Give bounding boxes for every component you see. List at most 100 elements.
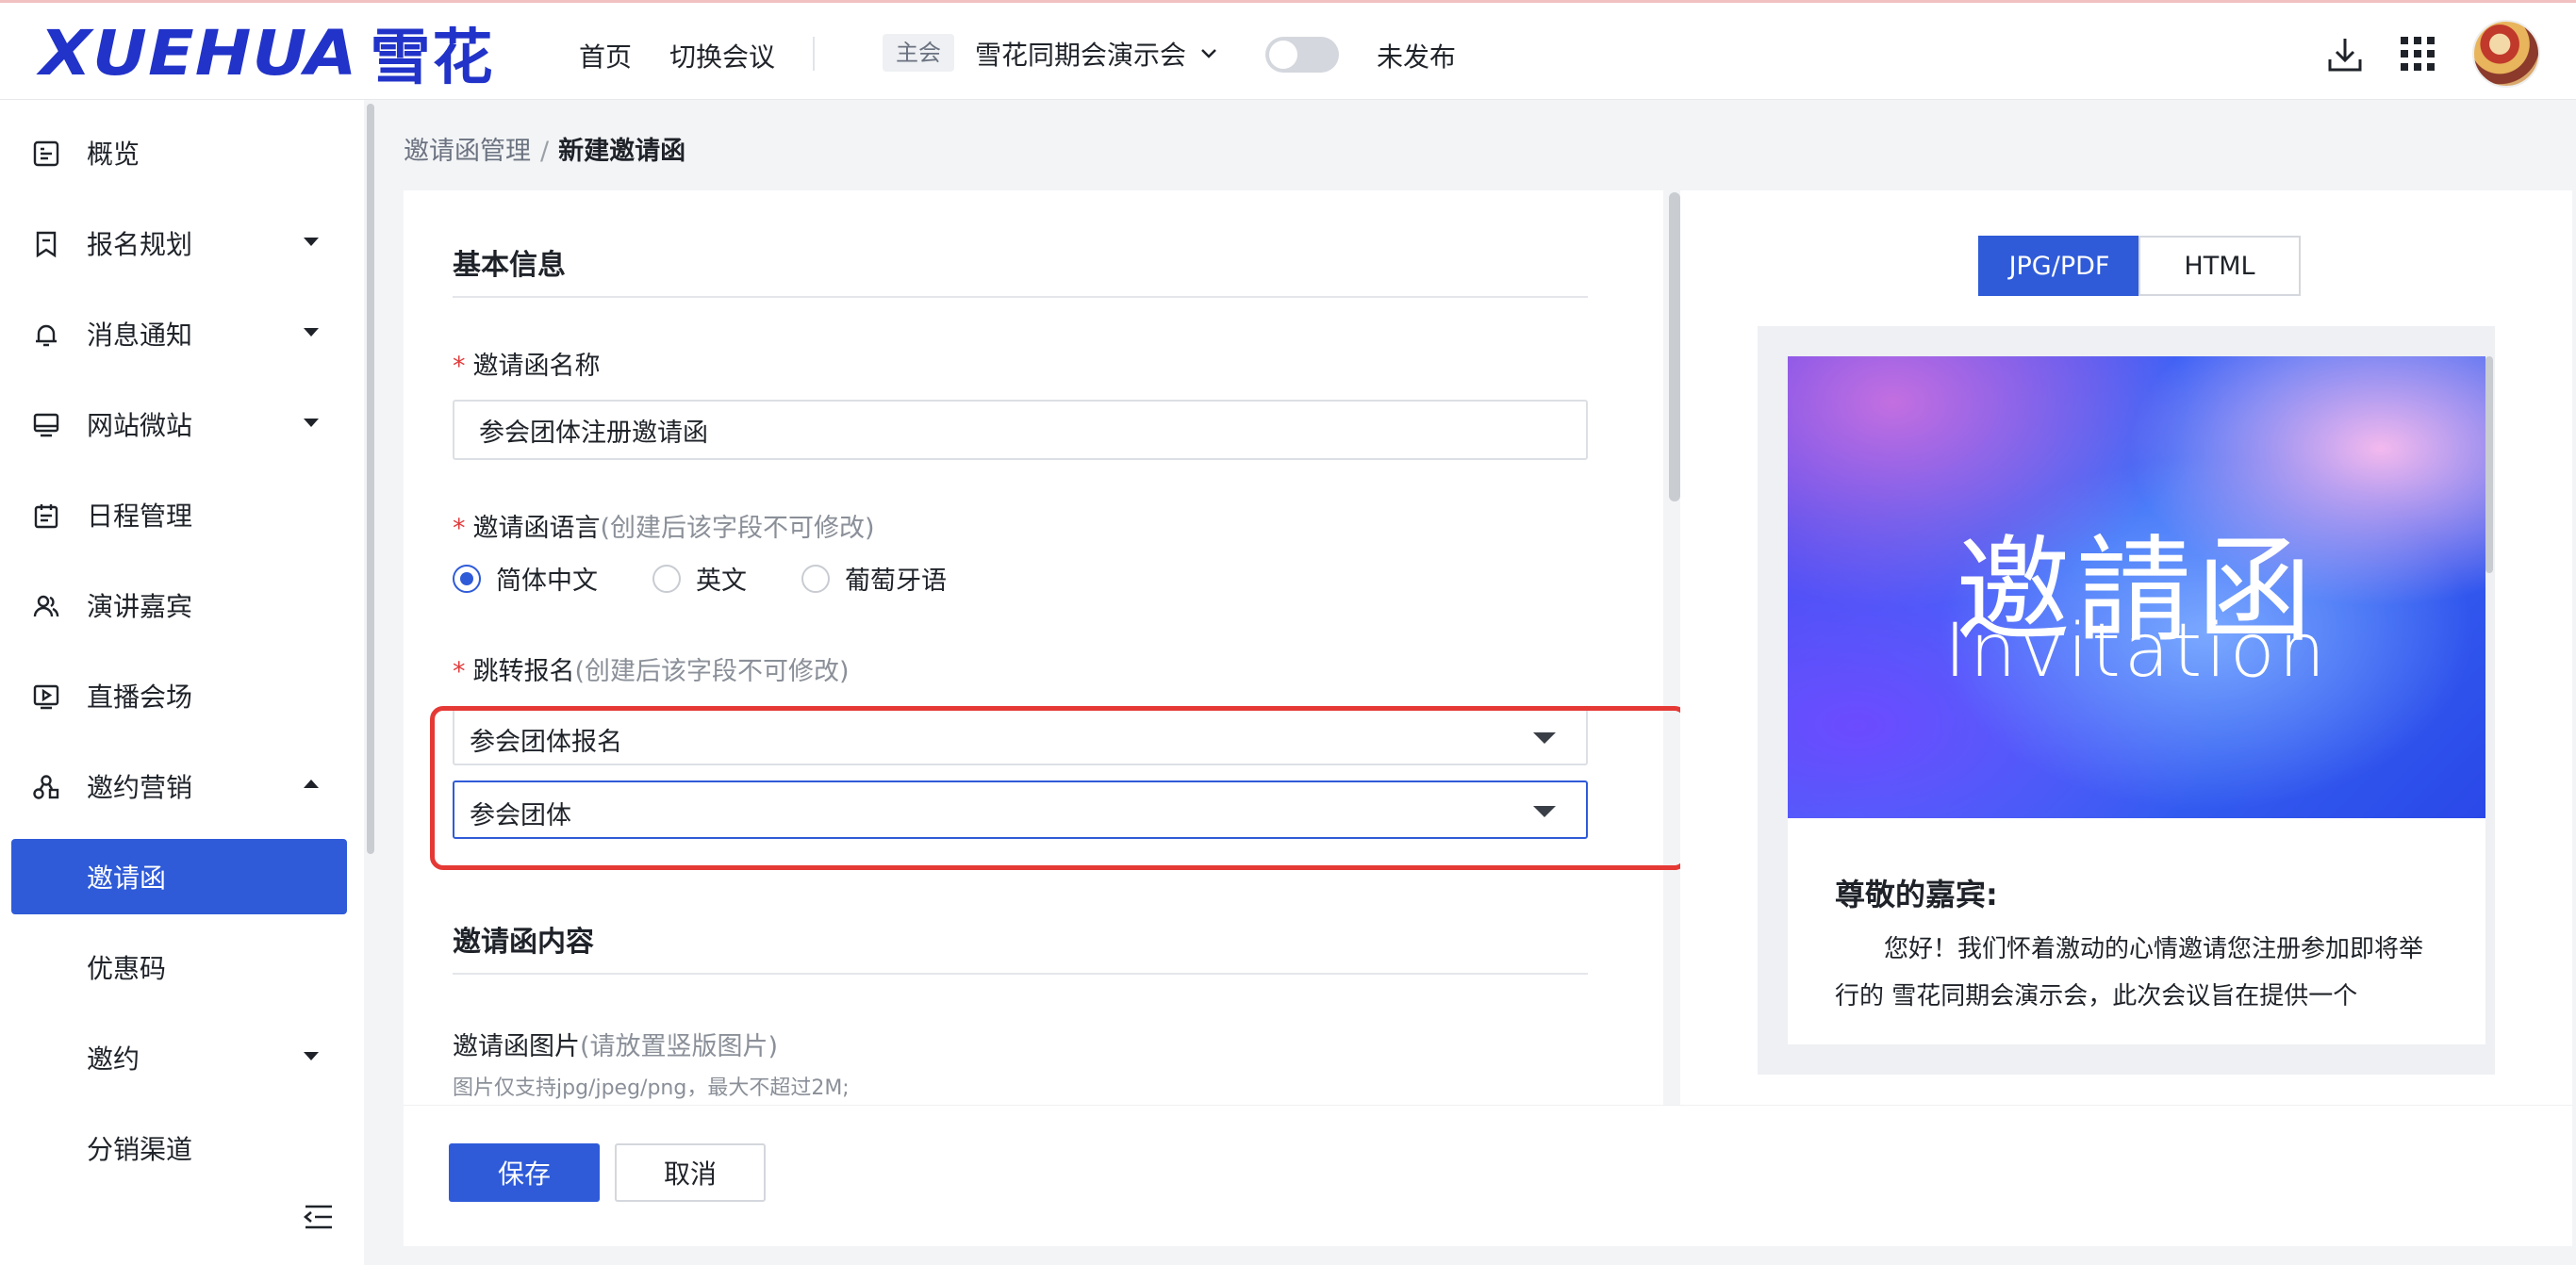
form-card: 基本信息 *邀请函名称 *邀请函语言(创建后该字段不可修改) 简体中文 英文 葡… <box>404 190 1663 1105</box>
nav-switch-meeting-link[interactable]: 切换会议 <box>669 37 775 74</box>
sidebar-item-label: 演讲嘉宾 <box>87 591 193 622</box>
tab-jpg-pdf[interactable]: JPG/PDF <box>1978 236 2140 296</box>
user-avatar[interactable] <box>2472 20 2540 88</box>
sidebar-item-live[interactable]: 直播会场 <box>11 658 347 733</box>
invitation-image-label: 邀请函图片(请放置竖版图片) <box>453 1026 778 1062</box>
required-mark: * <box>453 514 466 543</box>
label-text: 邀请函语言 <box>472 514 601 543</box>
required-mark: * <box>453 352 466 381</box>
sidebar-item-label: 邀请函 <box>87 862 167 894</box>
invitation-language-label: * 邀请函语言(创建后该字段不可修改) <box>453 507 875 544</box>
jump-registration-label: * 跳转报名(创建后该字段不可修改) <box>453 650 850 687</box>
highlight-annotation-box <box>430 706 1688 870</box>
section-title-content: 邀请函内容 <box>453 926 594 959</box>
collapse-menu-icon[interactable] <box>302 1203 336 1231</box>
sidebar-item-marketing[interactable]: 邀约营销 <box>11 748 347 824</box>
sidebar-item-coupon[interactable]: 优惠码 <box>11 929 347 1005</box>
sidebar-item-registration[interactable]: 报名规划 <box>11 205 347 281</box>
label-text: 跳转报名 <box>472 657 575 686</box>
users-icon <box>33 595 59 617</box>
breadcrumb-current: 新建邀请函 <box>558 137 686 166</box>
radio-english[interactable]: 英文 <box>652 560 747 597</box>
label-hint: (请放置竖版图片) <box>580 1032 779 1061</box>
caret-up-icon <box>304 780 319 788</box>
invitation-name-label: * 邀请函名称 <box>453 345 601 382</box>
section-title-basic: 基本信息 <box>453 249 566 282</box>
required-mark: * <box>453 657 466 686</box>
sidebar-item-schedule[interactable]: 日程管理 <box>11 477 347 552</box>
sidebar-item-label: 邀约营销 <box>87 772 193 803</box>
invitation-name-input[interactable] <box>453 400 1588 460</box>
nav-divider <box>813 37 815 71</box>
image-upload-note: 图片仅支持jpg/jpeg/png，最大不超过2M; <box>453 1076 850 1100</box>
label-text: 邀请函图片 <box>453 1032 580 1061</box>
toggle-knob <box>1269 41 1297 69</box>
sidebar-item-label: 消息通知 <box>87 320 193 351</box>
tab-html[interactable]: HTML <box>2138 236 2301 296</box>
sidebar-item-notifications[interactable]: 消息通知 <box>11 296 347 371</box>
overview-icon <box>33 140 59 167</box>
label-hint: (创建后该字段不可修改) <box>600 514 875 543</box>
calendar-icon <box>34 504 58 529</box>
radio-dot <box>801 564 830 593</box>
caret-down-icon <box>304 238 319 246</box>
invitation-hero-image: 邀請函 Invitation <box>1788 356 2485 818</box>
sidebar-item-overview[interactable]: 概览 <box>11 115 347 190</box>
radio-label: 英文 <box>696 567 747 596</box>
logo-text-cn: 雪花 <box>370 24 495 93</box>
live-play-icon <box>33 684 59 710</box>
sidebar-item-speakers[interactable]: 演讲嘉宾 <box>11 567 347 643</box>
radio-simplified-chinese[interactable]: 简体中文 <box>453 560 598 597</box>
sidebar-item-label: 报名规划 <box>87 229 193 260</box>
nav-home-link[interactable]: 首页 <box>579 37 632 74</box>
monitor-icon <box>33 413 59 437</box>
breadcrumb-parent-link[interactable]: 邀请函管理 <box>404 137 531 166</box>
save-button[interactable]: 保存 <box>449 1143 600 1202</box>
download-icon[interactable] <box>2325 35 2365 74</box>
breadcrumb-separator: / <box>540 137 550 166</box>
sidebar-item-website[interactable]: 网站微站 <box>11 386 347 462</box>
radio-dot <box>453 564 481 593</box>
sidebar-item-label: 日程管理 <box>87 501 193 532</box>
section-divider <box>453 296 1588 298</box>
section-divider <box>453 973 1588 975</box>
meeting-selector[interactable]: 雪花同期会演示会 <box>975 35 1218 73</box>
sidebar-item-invitation[interactable]: 邀请函 <box>11 839 347 914</box>
sidebar-item-label: 直播会场 <box>87 682 193 713</box>
sidebar: 概览 报名规划 消息通知 网站微站 日程管理 演讲嘉宾 直播会场 邀约营销 邀请… <box>0 100 364 1265</box>
cancel-button[interactable]: 取消 <box>615 1143 766 1202</box>
label-text: 邀请函名称 <box>472 352 601 381</box>
apps-grid-icon[interactable] <box>2399 35 2436 73</box>
invitation-body-text: 您好！我们怀着激动的心情邀请您注册参加即将举行的 雪花同期会演示会，此次会议旨在… <box>1835 935 2424 1010</box>
caret-down-icon <box>304 328 319 337</box>
publish-toggle[interactable] <box>1265 37 1339 73</box>
sidebar-item-label: 概览 <box>87 139 140 170</box>
top-header: XUEHUA 雪花 首页 切换会议 主会 雪花同期会演示会 未发布 <box>0 3 2576 100</box>
org-chart-icon <box>33 775 59 799</box>
caret-down-icon <box>304 419 319 427</box>
preview-scrollbar-thumb[interactable] <box>2485 356 2493 573</box>
invitation-preview: 邀請函 Invitation 尊敬的嘉宾: 您好！我们怀着激动的心情邀请您注册参… <box>1788 356 2485 1044</box>
sidebar-item-label: 分销渠道 <box>87 1134 193 1165</box>
form-scrollbar-thumb[interactable] <box>1669 192 1680 501</box>
radio-portuguese[interactable]: 葡萄牙语 <box>801 560 947 597</box>
sidebar-item-invite[interactable]: 邀约 <box>11 1020 347 1095</box>
sidebar-item-label: 邀约 <box>87 1043 140 1075</box>
chevron-down-icon <box>1201 49 1216 58</box>
sidebar-scrollbar-thumb[interactable] <box>367 104 374 854</box>
radio-dot <box>652 564 681 593</box>
sidebar-item-label: 网站微站 <box>87 410 193 441</box>
meeting-name: 雪花同期会演示会 <box>975 40 1187 71</box>
preview-format-tabs: JPG/PDF HTML <box>1978 236 2301 296</box>
sidebar-item-label: 优惠码 <box>87 953 167 984</box>
invitation-greeting: 尊敬的嘉宾: <box>1835 877 1998 912</box>
language-radio-group: 简体中文 英文 葡萄牙语 <box>453 560 1001 597</box>
sidebar-item-distribution[interactable]: 分销渠道 <box>11 1110 347 1186</box>
brand-logo[interactable]: XUEHUA 雪花 <box>40 17 495 94</box>
breadcrumb: 邀请函管理 / 新建邀请函 <box>404 130 685 167</box>
host-tag-badge: 主会 <box>883 34 954 72</box>
publish-status-text: 未发布 <box>1377 41 1457 73</box>
radio-label: 简体中文 <box>496 567 598 596</box>
bell-icon <box>36 324 57 347</box>
radio-label: 葡萄牙语 <box>845 567 947 596</box>
